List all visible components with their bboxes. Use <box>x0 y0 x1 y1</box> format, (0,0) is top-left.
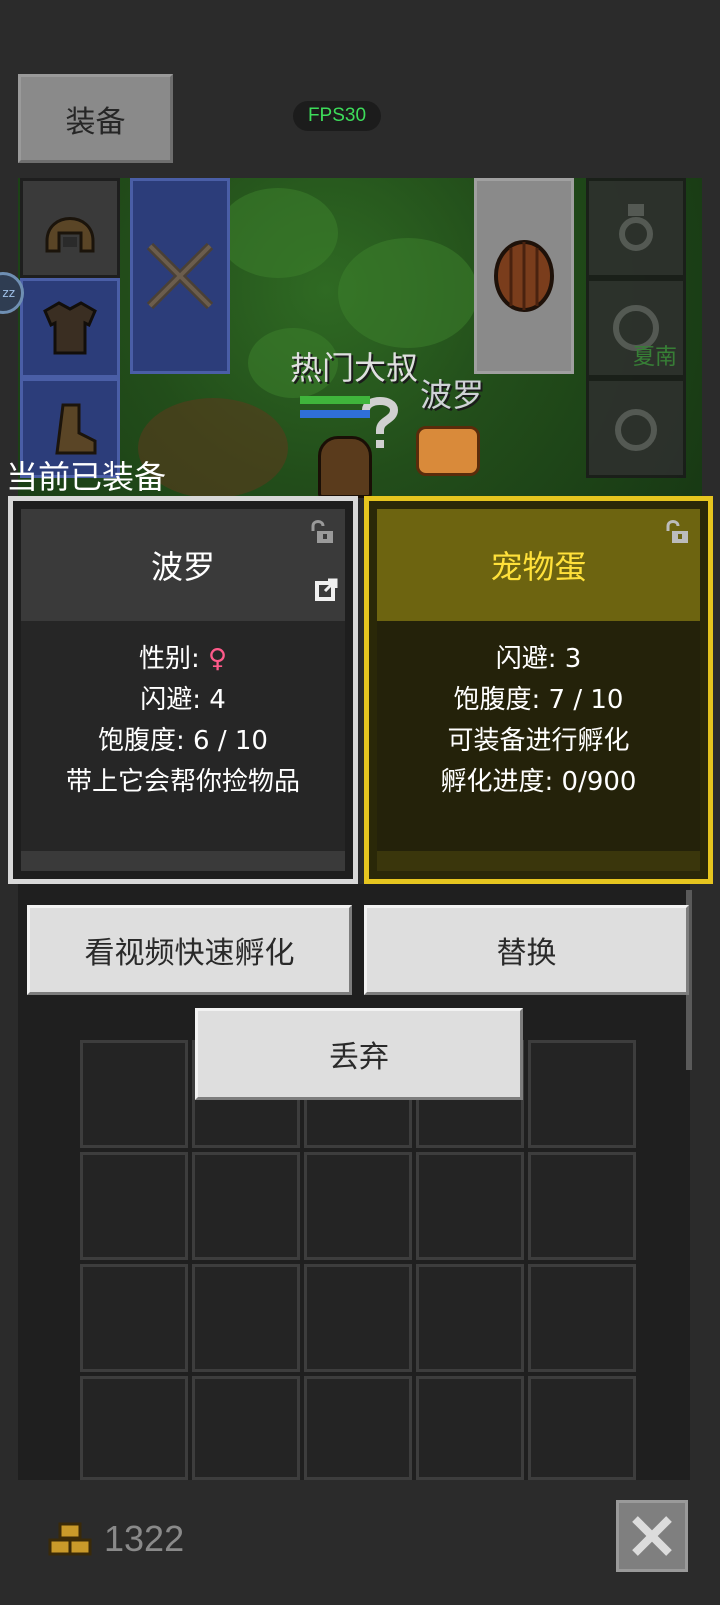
lock-icon[interactable] <box>307 519 335 545</box>
new-stat-line: 闪避: 3 <box>495 644 582 674</box>
equip-tab[interactable]: 装备 <box>18 74 173 163</box>
inventory-slot[interactable] <box>528 1376 636 1480</box>
current-item-title: 波罗 <box>150 548 215 586</box>
inventory-slot[interactable] <box>192 1264 300 1372</box>
player-character[interactable] <box>318 436 372 498</box>
inventory-slot[interactable] <box>80 1040 188 1148</box>
npc-name[interactable]: 热门大叔 <box>290 343 418 389</box>
pet-cat[interactable] <box>416 426 480 476</box>
shield-icon <box>494 240 554 312</box>
current-description: 带上它会帮你捡物品 <box>65 767 300 797</box>
close-icon <box>632 1516 672 1556</box>
inventory-slot[interactable] <box>528 1040 636 1148</box>
current-item-header: 波罗 <box>21 509 345 621</box>
new-description: 可装备进行孵化 <box>447 726 630 756</box>
inventory-slot[interactable] <box>416 1376 524 1480</box>
current-stat-line: 饱腹度: 6 / 10 <box>98 726 268 756</box>
current-stat-line: 闪避: 4 <box>140 685 226 715</box>
armor-slot[interactable] <box>20 278 120 378</box>
armor-icon <box>43 301 97 355</box>
helmet-icon <box>45 217 95 253</box>
new-item-title: 宠物蛋 <box>490 548 587 586</box>
gold-coins-icon <box>48 1522 92 1556</box>
lock-icon[interactable] <box>662 519 690 545</box>
inventory-slot[interactable] <box>304 1264 412 1372</box>
current-item-card: 波罗 性别: ♀ 闪避: 4 饱腹度: 6 / 10 带上它会帮你捡物品 <box>8 496 358 884</box>
new-item-header: 宠物蛋 <box>377 509 700 621</box>
pet-name-label[interactable]: 波罗 <box>420 370 484 416</box>
ring-icon <box>619 204 653 251</box>
game-scene: 夏南 热门大叔 波罗 <box>18 178 702 498</box>
inventory-slot[interactable] <box>416 1152 524 1260</box>
external-link-icon[interactable] <box>313 577 339 603</box>
ring-slot-2[interactable]: 夏南 <box>586 278 686 378</box>
close-button[interactable] <box>616 1500 688 1572</box>
inventory-slot[interactable] <box>80 1376 188 1480</box>
inventory-slot[interactable] <box>304 1376 412 1480</box>
inventory-slot[interactable] <box>528 1264 636 1372</box>
inventory-slot[interactable] <box>80 1152 188 1260</box>
weapon-slot[interactable] <box>130 178 230 374</box>
inventory-slot[interactable] <box>192 1376 300 1480</box>
ring-slot-1[interactable] <box>586 178 686 278</box>
offhand-slot[interactable] <box>474 178 574 374</box>
inventory-slot[interactable] <box>416 1264 524 1372</box>
npc-mp-bar <box>300 410 370 418</box>
amulet-icon <box>615 409 657 451</box>
helmet-slot[interactable] <box>20 178 120 278</box>
npc-hp-bar <box>300 396 370 404</box>
current-gender-line: 性别: ♀ <box>138 644 228 674</box>
card-footer <box>377 851 700 871</box>
inventory-slot[interactable] <box>304 1152 412 1260</box>
inventory-slot[interactable] <box>80 1264 188 1372</box>
replace-button[interactable]: 替换 <box>364 905 689 995</box>
crossed-swords-icon <box>146 242 214 310</box>
new-stat-line: 饱腹度: 7 / 10 <box>453 685 624 715</box>
inventory-slot[interactable] <box>528 1152 636 1260</box>
fps-counter: FPS30 <box>293 101 381 131</box>
hatch-progress: 孵化进度: 0/900 <box>440 767 637 797</box>
inventory-slot[interactable] <box>192 1152 300 1260</box>
female-icon: ♀ <box>207 644 228 674</box>
equipped-title: 当前已装备 <box>6 458 167 496</box>
new-item-card: 宠物蛋 闪避: 3 饱腹度: 7 / 10 可装备进行孵化 孵化进度: 0/90… <box>364 496 713 884</box>
ring-slot-3[interactable] <box>586 378 686 478</box>
map-hint-text: 夏南 <box>632 345 677 370</box>
discard-button[interactable]: 丢弃 <box>195 1008 523 1100</box>
watch-video-hatch-button[interactable]: 看视频快速孵化 <box>27 905 352 995</box>
gold-amount: 1322 <box>104 1518 185 1559</box>
card-footer <box>21 851 345 871</box>
